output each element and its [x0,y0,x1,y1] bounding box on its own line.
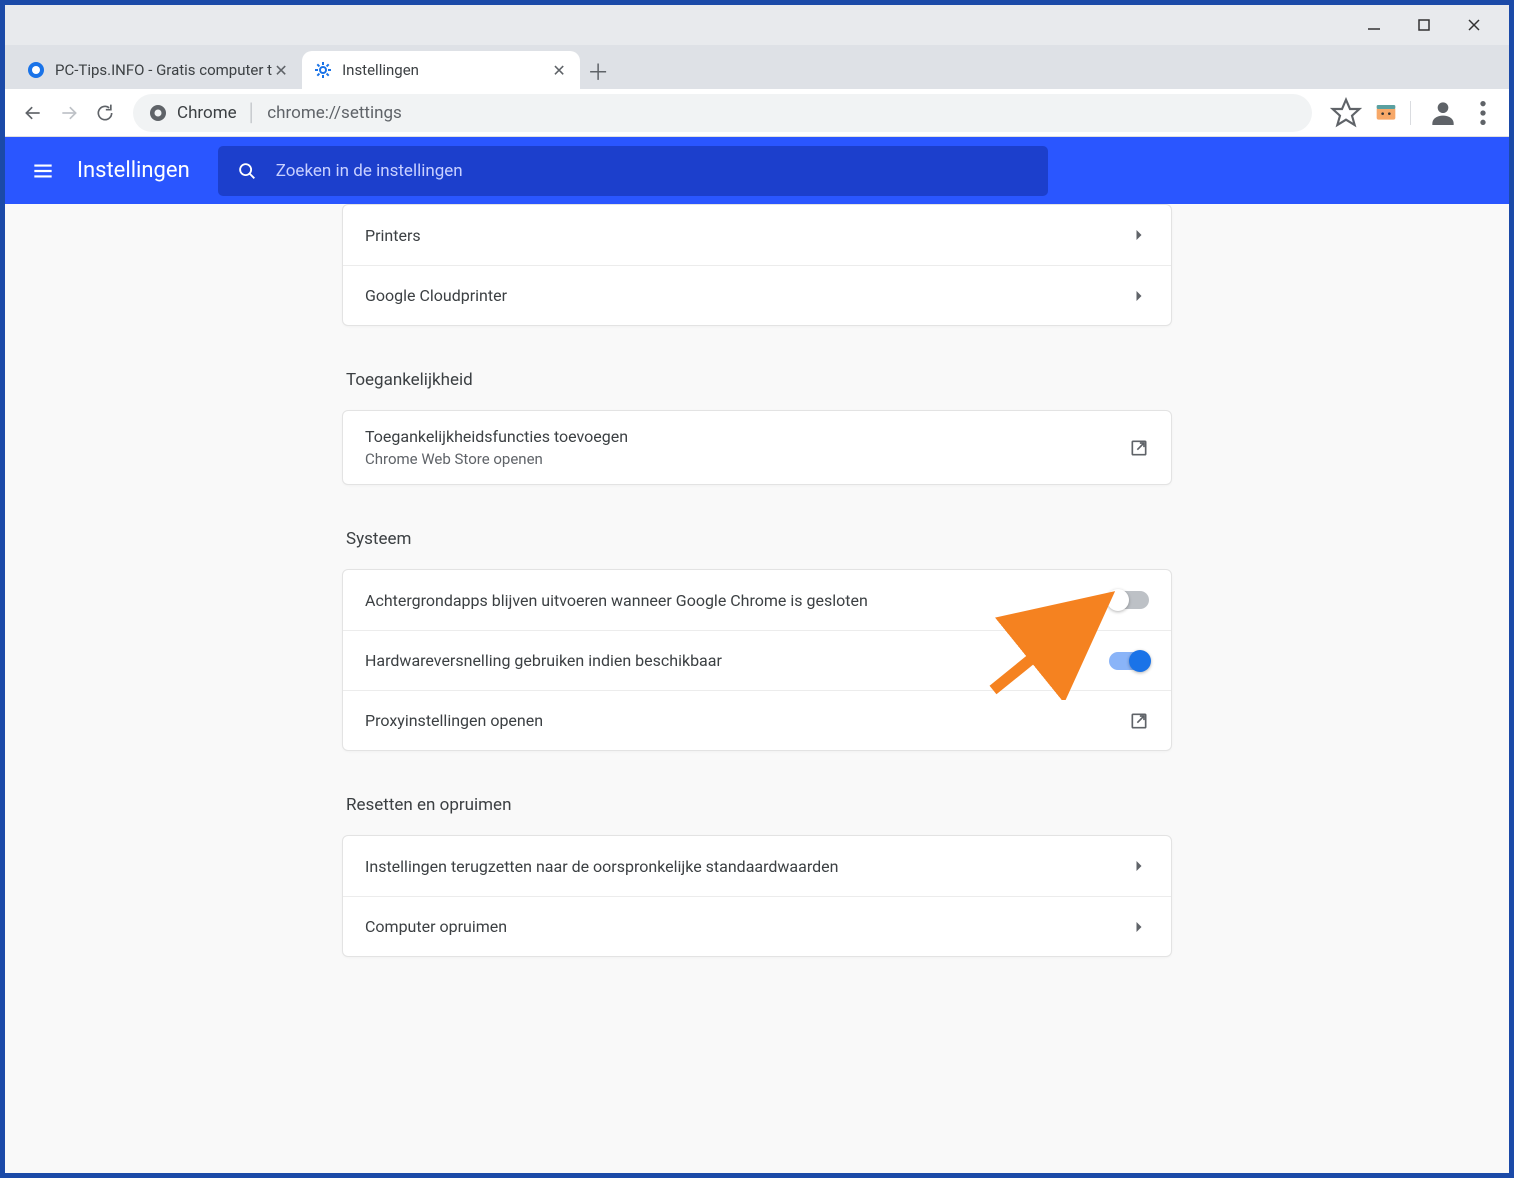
reload-button[interactable] [87,95,123,131]
row-proxy-settings[interactable]: Proxyinstellingen openen [343,690,1171,750]
tab-settings[interactable]: Instellingen ✕ [302,51,580,89]
chevron-right-icon [1129,856,1149,876]
section-title-accessibility: Toegankelijkheid [346,370,1172,390]
row-label: Google Cloudprinter [365,286,1129,305]
row-label: Printers [365,226,1129,245]
chrome-icon [149,104,167,122]
new-tab-button[interactable]: ＋ [580,53,616,89]
hamburger-menu-button[interactable] [23,151,63,191]
settings-content[interactable]: Printers Google Cloudprinter Toegankelij… [5,204,1509,1173]
section-title-reset: Resetten en opruimen [346,795,1172,815]
settings-search[interactable] [218,146,1048,196]
row-hardware-accel[interactable]: Hardwareversnelling gebruiken indien bes… [343,630,1171,690]
external-link-icon [1129,711,1149,731]
forward-button[interactable] [51,95,87,131]
accessibility-card: Toegankelijkheidsfuncties toevoegen Chro… [342,410,1172,485]
settings-search-input[interactable] [276,161,1030,181]
bookmark-star-icon[interactable] [1330,97,1362,129]
browser-toolbar: Chrome │ chrome://settings [5,89,1509,137]
toolbar-separator [1410,101,1411,125]
window-minimize-button[interactable] [1359,10,1389,40]
window-close-button[interactable] [1459,10,1489,40]
chevron-right-icon [1129,286,1149,306]
window-titlebar [5,5,1509,45]
toggle-hardware-accel[interactable] [1109,652,1149,670]
tab-title: PC-Tips.INFO - Gratis computer t [55,61,272,79]
toggle-background-apps[interactable] [1109,591,1149,609]
tab-close-icon[interactable]: ✕ [272,61,290,79]
url-separator: │ [247,103,258,123]
chevron-right-icon [1129,225,1149,245]
print-card: Printers Google Cloudprinter [342,204,1172,326]
address-bar[interactable]: Chrome │ chrome://settings [133,94,1312,132]
tab-close-icon[interactable]: ✕ [550,61,568,79]
chevron-right-icon [1129,917,1149,937]
profile-avatar-icon[interactable] [1427,97,1459,129]
settings-header: Instellingen [5,137,1509,204]
extension-icon[interactable] [1370,97,1402,129]
row-label: Toegankelijkheidsfuncties toevoegen [365,427,628,446]
row-background-apps[interactable]: Achtergrondapps blijven uitvoeren wannee… [343,570,1171,630]
section-title-system: Systeem [346,529,1172,549]
tab-strip: PC-Tips.INFO - Gratis computer t ✕ Inste… [5,45,1509,89]
url-origin: Chrome [177,103,237,123]
row-label: Instellingen terugzetten naar de oorspro… [365,857,1129,876]
favicon-pc-tips [27,61,45,79]
favicon-settings-icon [314,61,332,79]
tab-pc-tips[interactable]: PC-Tips.INFO - Gratis computer t ✕ [15,51,302,89]
row-cleanup-computer[interactable]: Computer opruimen [343,896,1171,956]
row-label: Achtergrondapps blijven uitvoeren wannee… [365,591,1109,610]
row-printers[interactable]: Printers [343,205,1171,265]
back-button[interactable] [15,95,51,131]
kebab-menu-icon[interactable] [1467,97,1499,129]
page-title: Instellingen [77,158,190,183]
system-card: Achtergrondapps blijven uitvoeren wannee… [342,569,1172,751]
tab-title: Instellingen [342,61,550,79]
row-label: Proxyinstellingen openen [365,711,1129,730]
row-reset-defaults[interactable]: Instellingen terugzetten naar de oorspro… [343,836,1171,896]
row-label: Computer opruimen [365,917,1129,936]
row-accessibility-add[interactable]: Toegankelijkheidsfuncties toevoegen Chro… [343,411,1171,484]
external-link-icon [1129,438,1149,458]
row-sublabel: Chrome Web Store openen [365,450,1129,468]
window-maximize-button[interactable] [1409,10,1439,40]
row-google-cloudprinter[interactable]: Google Cloudprinter [343,265,1171,325]
url-path: chrome://settings [267,103,402,123]
reset-card: Instellingen terugzetten naar de oorspro… [342,835,1172,957]
row-label: Hardwareversnelling gebruiken indien bes… [365,651,1109,670]
